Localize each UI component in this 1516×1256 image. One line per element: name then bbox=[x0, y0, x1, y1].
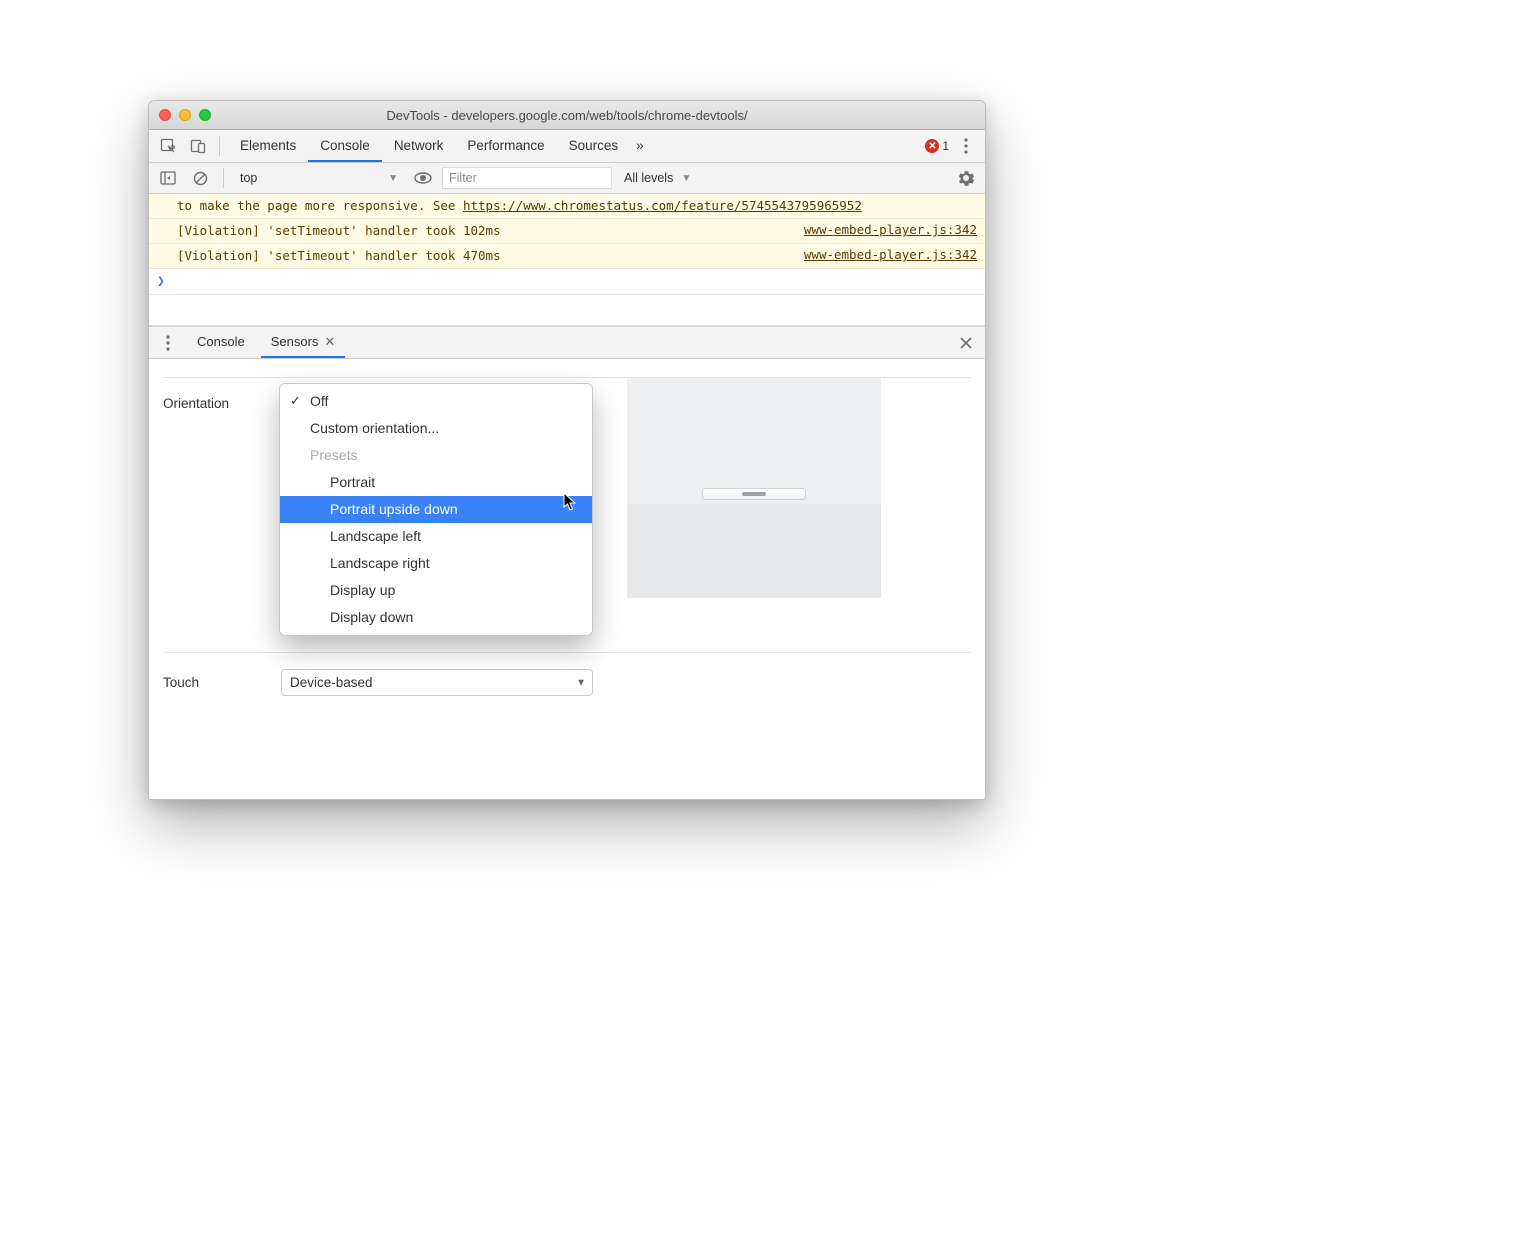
console-toolbar: top ▼ Filter All levels ▼ bbox=[149, 163, 985, 194]
check-icon: ✓ bbox=[290, 391, 301, 411]
clear-console-icon[interactable] bbox=[187, 165, 213, 191]
maximize-window-button[interactable] bbox=[199, 109, 211, 121]
menu-item-landscape-right[interactable]: Landscape right bbox=[280, 550, 592, 577]
tab-sources[interactable]: Sources bbox=[557, 130, 631, 162]
log-row: to make the page more responsive. See ht… bbox=[149, 194, 985, 219]
window-controls bbox=[159, 109, 211, 121]
menu-item-display-up[interactable]: Display up bbox=[280, 577, 592, 604]
touch-label: Touch bbox=[163, 675, 263, 690]
chevron-down-icon: ▼ bbox=[681, 173, 691, 184]
menu-header-presets: Presets bbox=[280, 442, 592, 469]
device-speaker-slot bbox=[742, 492, 766, 496]
window-title: DevTools - developers.google.com/web/too… bbox=[149, 108, 985, 123]
titlebar: DevTools - developers.google.com/web/too… bbox=[149, 101, 985, 130]
drawer-tab-console[interactable]: Console bbox=[187, 327, 255, 358]
chevron-down-icon: ▼ bbox=[576, 677, 586, 688]
console-output: to make the page more responsive. See ht… bbox=[149, 194, 985, 295]
filter-placeholder: Filter bbox=[449, 171, 477, 185]
menu-item-portrait-upside-down[interactable]: Portrait upside down bbox=[280, 496, 592, 523]
drawer-kebab-icon[interactable] bbox=[155, 330, 181, 356]
log-text: to make the page more responsive. See bbox=[177, 198, 463, 213]
log-levels-value: All levels bbox=[624, 171, 673, 185]
devtools-window: DevTools - developers.google.com/web/too… bbox=[148, 100, 986, 800]
menu-item-landscape-left[interactable]: Landscape left bbox=[280, 523, 592, 550]
menu-item-portrait[interactable]: Portrait bbox=[280, 469, 592, 496]
live-expression-icon[interactable] bbox=[410, 165, 436, 191]
error-icon: ✕ bbox=[925, 139, 939, 153]
drawer-tab-sensors-label: Sensors bbox=[271, 334, 319, 349]
log-link[interactable]: https://www.chromestatus.com/feature/574… bbox=[463, 198, 862, 213]
orientation-label: Orientation bbox=[163, 396, 263, 411]
log-levels-select[interactable]: All levels ▼ bbox=[618, 167, 697, 189]
close-icon[interactable]: ✕ bbox=[324, 334, 335, 350]
touch-select-value: Device-based bbox=[290, 675, 373, 690]
device-toolbar-icon[interactable] bbox=[185, 133, 211, 159]
tab-performance[interactable]: Performance bbox=[455, 130, 556, 162]
chevron-down-icon: ▼ bbox=[388, 173, 398, 184]
log-row: [Violation] 'setTimeout' handler took 47… bbox=[149, 244, 985, 269]
mouse-cursor-icon bbox=[563, 492, 577, 512]
log-text: [Violation] 'setTimeout' handler took 10… bbox=[177, 222, 792, 240]
error-count: 1 bbox=[942, 139, 949, 153]
console-prompt[interactable]: ❯ bbox=[149, 269, 985, 295]
log-source-link[interactable]: www-embed-player.js:342 bbox=[804, 222, 977, 237]
device-frame bbox=[702, 488, 806, 500]
minimize-window-button[interactable] bbox=[179, 109, 191, 121]
log-text: [Violation] 'setTimeout' handler took 47… bbox=[177, 247, 792, 265]
console-sidebar-toggle-icon[interactable] bbox=[155, 165, 181, 191]
kebab-menu-icon[interactable] bbox=[953, 133, 979, 159]
inspect-icon[interactable] bbox=[155, 133, 181, 159]
drawer-tab-sensors[interactable]: Sensors ✕ bbox=[261, 327, 346, 358]
menu-item-display-down[interactable]: Display down bbox=[280, 604, 592, 631]
device-orientation-preview[interactable] bbox=[627, 378, 881, 598]
execution-context-select[interactable]: top ▼ bbox=[234, 167, 404, 189]
orientation-dropdown-menu: ✓ Off Custom orientation... Presets Port… bbox=[279, 383, 593, 636]
separator bbox=[219, 136, 220, 156]
touch-select[interactable]: Device-based ▼ bbox=[281, 669, 593, 696]
console-settings-icon[interactable] bbox=[953, 165, 979, 191]
log-source-link[interactable]: www-embed-player.js:342 bbox=[804, 247, 977, 262]
tab-network[interactable]: Network bbox=[382, 130, 456, 162]
touch-row: Touch Device-based ▼ bbox=[163, 652, 971, 696]
close-window-button[interactable] bbox=[159, 109, 171, 121]
separator bbox=[223, 168, 224, 188]
filter-input[interactable]: Filter bbox=[442, 167, 612, 189]
drawer-close-icon[interactable] bbox=[953, 330, 979, 356]
tab-console[interactable]: Console bbox=[308, 130, 382, 162]
menu-item-custom[interactable]: Custom orientation... bbox=[280, 415, 592, 442]
menu-item-off[interactable]: ✓ Off bbox=[280, 388, 592, 415]
log-row: [Violation] 'setTimeout' handler took 10… bbox=[149, 219, 985, 244]
sensors-panel: Orientation ▼ ✓ Off Custom orientation..… bbox=[149, 378, 985, 698]
error-count-badge[interactable]: ✕ 1 bbox=[925, 139, 949, 153]
tab-elements[interactable]: Elements bbox=[228, 130, 308, 162]
main-toolbar: Elements Console Network Performance Sou… bbox=[149, 130, 985, 163]
execution-context-value: top bbox=[240, 171, 257, 185]
drawer-toolbar: Console Sensors ✕ bbox=[149, 327, 985, 359]
tabs-overflow-button[interactable]: » bbox=[630, 130, 650, 162]
panel-tabs: Elements Console Network Performance Sou… bbox=[228, 130, 650, 162]
